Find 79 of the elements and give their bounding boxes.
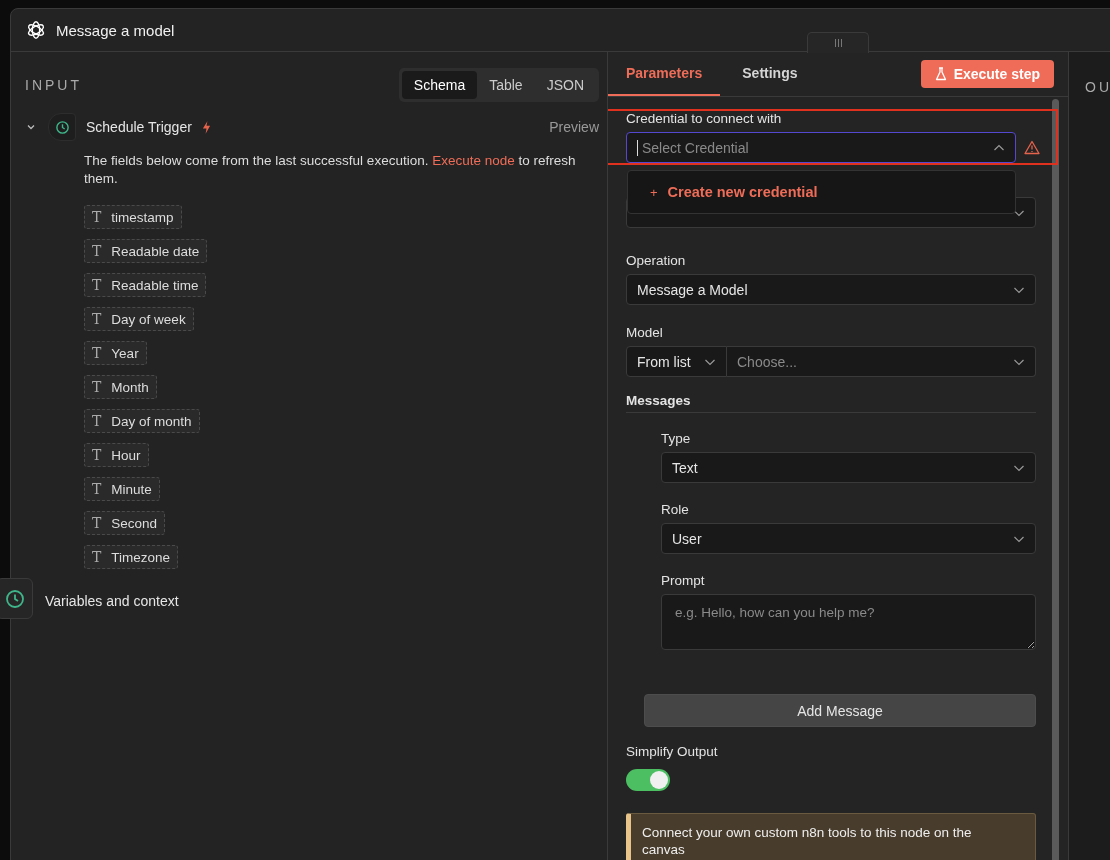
text-type-icon: T: [92, 515, 102, 531]
field-label: Model: [626, 325, 664, 342]
variables-label: Variables and context: [45, 593, 179, 609]
menu-item-label: Create new credential: [667, 184, 818, 200]
field-label: Prompt: [661, 573, 706, 590]
resize-handle[interactable]: [807, 32, 869, 53]
field-pill[interactable]: T Year: [84, 341, 147, 365]
role-select[interactable]: User: [661, 523, 1036, 554]
select-value: Message a Model: [637, 281, 748, 298]
field-pill[interactable]: T Day of month: [84, 409, 200, 433]
hint-text: Connect your own custom n8n tools to this node on the canvas: [642, 825, 972, 857]
select-placeholder: Choose...: [737, 353, 797, 370]
field-label: Simplify Output: [626, 744, 719, 761]
preview-label: Preview: [549, 119, 599, 135]
toggle-switch[interactable]: [626, 769, 670, 791]
field-pill[interactable]: T Readable time: [84, 273, 207, 297]
field-name: Month: [111, 379, 149, 395]
chevron-icon[interactable]: [26, 122, 36, 132]
field-label: Credential to connect with: [626, 111, 783, 128]
text-type-icon: T: [92, 447, 102, 463]
view-tab[interactable]: JSON: [534, 71, 596, 99]
execute-node-link[interactable]: Execute node: [432, 153, 515, 168]
field-name: Day of month: [111, 413, 192, 429]
text-type-icon: T: [92, 379, 102, 395]
clock-icon: [48, 113, 76, 141]
field-name: Hour: [111, 447, 141, 463]
lightning-icon: [201, 120, 211, 134]
select-value: Text: [672, 459, 698, 476]
text-type-icon: T: [92, 311, 102, 327]
field-name: Timezone: [111, 549, 171, 565]
select-value: User: [672, 530, 702, 547]
panel-title: INPUT: [25, 77, 82, 93]
text-type-icon: T: [92, 277, 102, 293]
model-select[interactable]: Choose...: [727, 346, 1036, 377]
plus-icon: +: [650, 184, 658, 200]
text-type-icon: T: [92, 243, 102, 259]
field-name: Year: [111, 345, 139, 361]
flask-icon: [934, 67, 947, 81]
field-pill[interactable]: T Timezone: [84, 545, 179, 569]
select-value: From list: [637, 353, 691, 370]
field-name: Readable time: [111, 277, 199, 293]
window-title: Message a model: [56, 21, 175, 39]
view-tab[interactable]: Schema: [401, 71, 478, 99]
panel-tab[interactable]: Parameters: [608, 52, 721, 96]
field-pill[interactable]: T Readable date: [84, 239, 208, 263]
field-pill[interactable]: T Second: [84, 511, 166, 535]
section-title: Messages: [626, 393, 692, 410]
field-pill[interactable]: T Minute: [84, 477, 160, 501]
logo-icon: [25, 19, 47, 41]
field-name: Second: [111, 515, 158, 531]
field-pill[interactable]: T Day of week: [84, 307, 194, 331]
node-name: Schedule Trigger: [86, 119, 192, 135]
field-name: Readable date: [111, 243, 200, 259]
panel-tab[interactable]: Settings: [724, 52, 816, 96]
text-type-icon: T: [92, 209, 102, 225]
type-select[interactable]: Text: [661, 452, 1036, 483]
text-type-icon: T: [92, 413, 102, 429]
view-tab[interactable]: Table: [477, 71, 535, 99]
field-label: Role: [661, 502, 690, 519]
text-type-icon: T: [92, 481, 102, 497]
add-message-button[interactable]: Add Message: [644, 694, 1036, 727]
prompt-field[interactable]: e.g. Hello, how can you help me?: [661, 594, 1036, 650]
notice-text: The fields below come from the last successful execution. Execute node to refresh them.: [84, 152, 577, 188]
field-name: Day of week: [111, 311, 186, 327]
panel-title: OU: [1085, 79, 1110, 95]
scrollbar-thumb[interactable]: [1052, 99, 1059, 860]
field-label: Operation: [626, 253, 687, 270]
field-name: Minute: [111, 481, 152, 497]
menu-item[interactable]: + Create new credential: [650, 184, 818, 200]
field-pill[interactable]: T Month: [84, 375, 157, 399]
field-pill[interactable]: T timestamp: [84, 205, 182, 229]
field-label: Type: [661, 431, 692, 448]
operation-select[interactable]: Message a Model: [626, 274, 1036, 305]
field-pill[interactable]: T Hour: [84, 443, 149, 467]
mode-select[interactable]: From list: [626, 346, 727, 377]
text-type-icon: T: [92, 345, 102, 361]
credential-select[interactable]: Select Credential: [626, 132, 1016, 163]
field-name: timestamp: [111, 209, 174, 225]
text-type-icon: T: [92, 549, 102, 565]
